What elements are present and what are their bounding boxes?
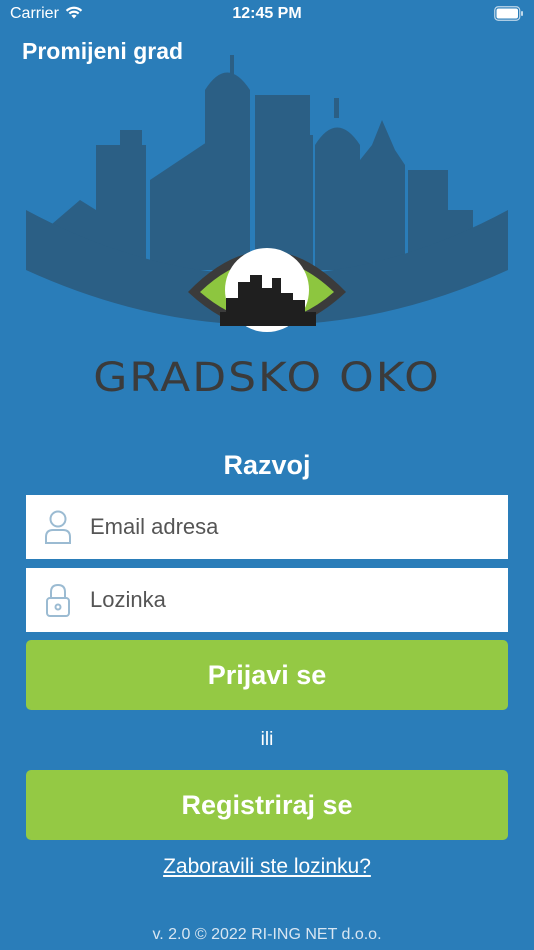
register-button[interactable]: Registriraj se bbox=[26, 770, 508, 840]
password-field[interactable] bbox=[26, 568, 508, 632]
status-bar: Carrier 12:45 PM bbox=[0, 0, 534, 30]
logo-text: GRADSKO OKO bbox=[93, 354, 441, 401]
battery-icon bbox=[494, 6, 524, 26]
city-eye-logo: GRADSKO OKO bbox=[0, 50, 534, 410]
or-label: ili bbox=[260, 729, 274, 750]
email-field[interactable] bbox=[26, 495, 508, 559]
forgot-password-link[interactable]: Zaboravili ste lozinku? bbox=[0, 855, 534, 879]
user-icon bbox=[26, 495, 90, 559]
email-input[interactable] bbox=[90, 495, 508, 559]
status-time: 12:45 PM bbox=[232, 5, 302, 22]
footer-version: v. 2.0 © 2022 RI-ING NET d.o.o. bbox=[152, 926, 382, 943]
lock-icon bbox=[26, 568, 90, 632]
environment-label: Razvoj bbox=[223, 450, 311, 480]
login-button[interactable]: Prijavi se bbox=[26, 640, 508, 710]
password-input[interactable] bbox=[90, 568, 508, 632]
